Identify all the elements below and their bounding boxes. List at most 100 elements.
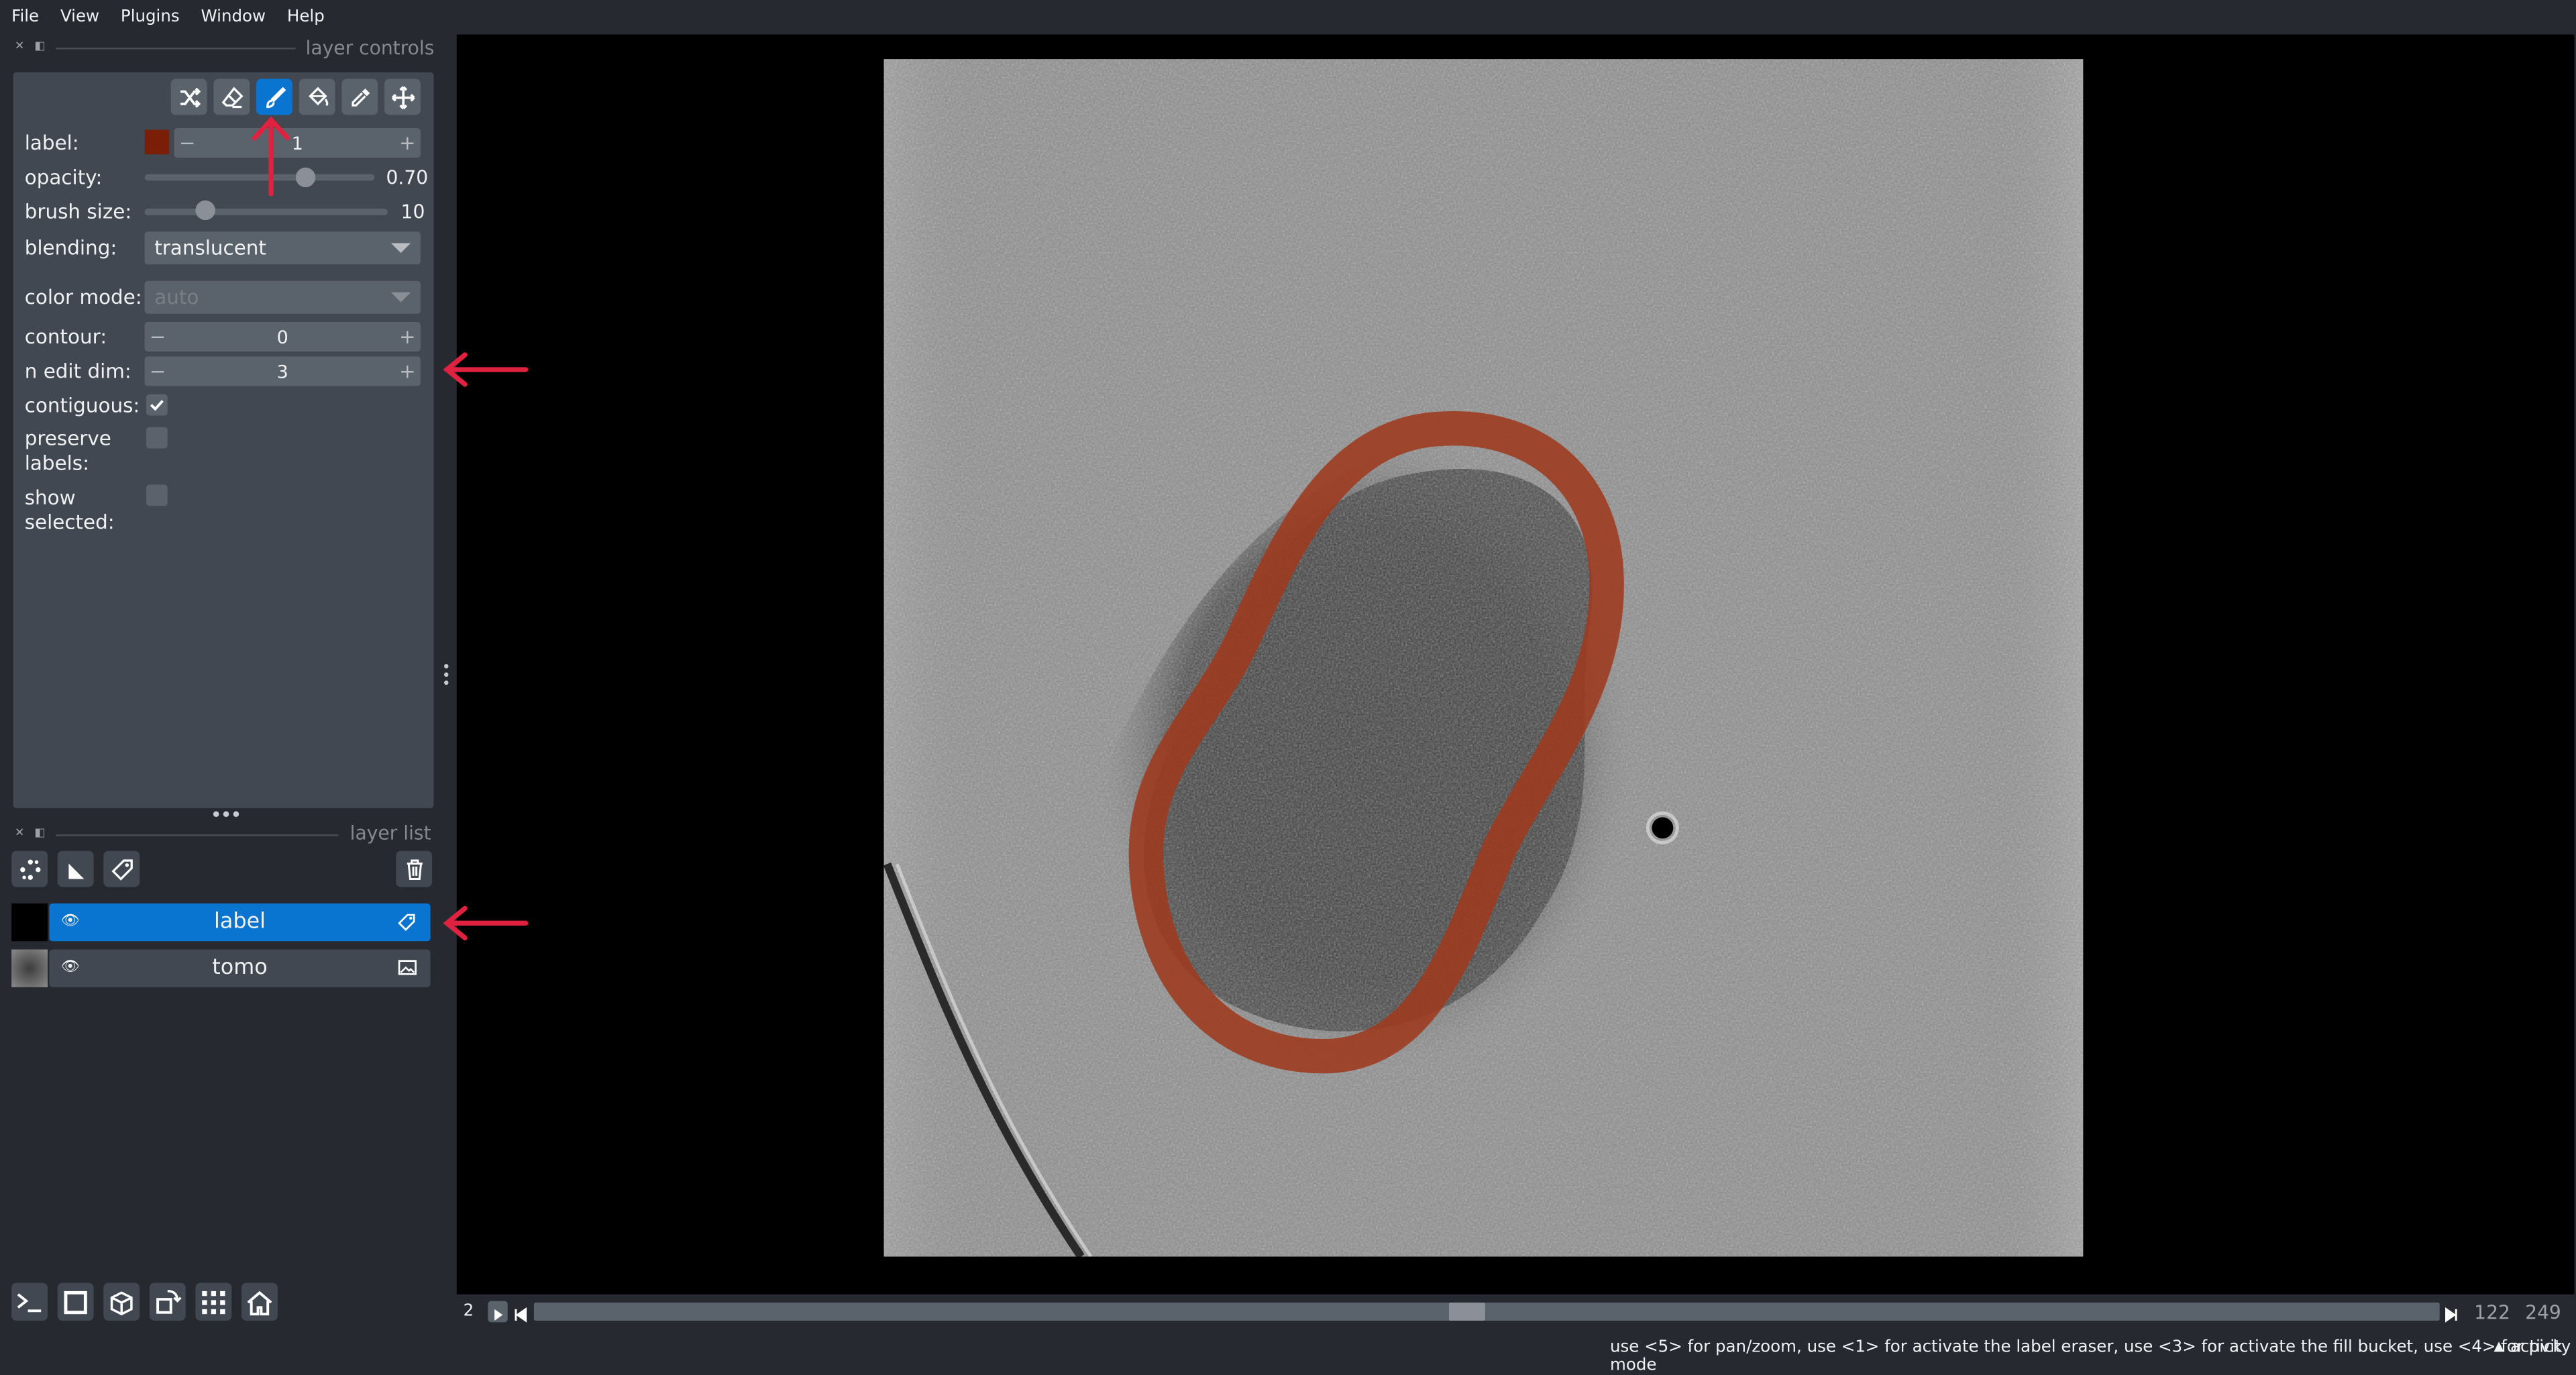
fill-button[interactable] [299, 78, 335, 115]
dims-slider-handle[interactable] [1449, 1303, 1486, 1321]
dock-float-icon[interactable]: ◧ [34, 40, 45, 53]
layer-thumbnail [11, 903, 48, 942]
eraser-icon [221, 86, 243, 107]
dims-step-back-button[interactable] [513, 1301, 529, 1323]
color-picker-icon [351, 87, 370, 106]
opacity-slider-handle[interactable] [295, 167, 316, 188]
dims-slider-bar: 2 122 249 [457, 1296, 2575, 1329]
contour-increment[interactable]: + [394, 322, 421, 351]
menu-window[interactable]: Window [201, 7, 266, 25]
home-icon [247, 1290, 272, 1315]
roll-dims-button[interactable] [103, 1282, 140, 1321]
show-selected-checkbox[interactable] [146, 484, 168, 506]
status-hint: use <5> for pan/zoom, use <1> for activa… [1610, 1338, 2563, 1375]
play-icon [494, 1309, 503, 1321]
image-layer-type-icon [398, 960, 417, 975]
labels-layer-type-icon [398, 914, 415, 932]
pan-zoom-button[interactable] [384, 78, 421, 115]
vertical-splitter-handle[interactable]: • • • [442, 661, 451, 693]
layer-name[interactable]: tomo [99, 950, 381, 987]
menu-file[interactable]: File [11, 7, 39, 25]
activity-button[interactable]: activity [2510, 1339, 2571, 1357]
checkmark-icon [150, 400, 164, 411]
pick-button[interactable] [341, 78, 378, 115]
pan-zoom-icon [390, 85, 415, 109]
dims-current-value[interactable]: 122 [2474, 1301, 2510, 1324]
label-color-swatch[interactable] [144, 129, 170, 155]
new-points-layer-button[interactable] [11, 850, 48, 887]
dims-slider-track[interactable] [533, 1303, 2440, 1321]
brush-size-value: 10 [400, 200, 425, 224]
transpose-button[interactable] [149, 1282, 186, 1321]
step-back-icon [515, 1307, 527, 1323]
contour-decrement[interactable]: − [145, 322, 171, 351]
opacity-label: opacity: [24, 166, 103, 189]
opacity-value: 0.70 [386, 166, 429, 189]
activity-arrow-icon: ▲ [2493, 1338, 2504, 1354]
delete-layer-icon [406, 859, 422, 879]
dims-step-forward-button[interactable] [2443, 1301, 2459, 1323]
label-increment[interactable]: + [394, 128, 421, 158]
menu-plugins[interactable]: Plugins [121, 7, 180, 25]
shuffle-colors-button[interactable] [170, 78, 207, 115]
roll-dims-icon [110, 1290, 133, 1315]
grid-view-button[interactable] [195, 1282, 232, 1321]
contiguous-checkbox[interactable] [146, 394, 168, 416]
dock-splitter-handle[interactable]: ••• [210, 804, 241, 826]
brush-size-slider-handle[interactable] [195, 200, 215, 221]
dims-play-button[interactable] [488, 1301, 508, 1323]
visibility-eye-icon[interactable]: 👁 [61, 959, 80, 975]
n-edit-dim-decrement[interactable]: − [145, 356, 171, 386]
fill-bucket-icon [307, 86, 328, 106]
menu-help[interactable]: Help [287, 7, 325, 25]
brush-size-slider[interactable] [144, 209, 388, 215]
show-selected-label-2: selected: [24, 510, 115, 534]
step-forward-icon [2445, 1307, 2457, 1323]
home-button[interactable] [241, 1282, 278, 1321]
console-icon [17, 1292, 42, 1312]
paint-button[interactable] [256, 78, 292, 115]
layer-name[interactable]: label [99, 903, 381, 941]
toggle-ndisplay-button[interactable] [57, 1282, 94, 1321]
contour-spinbox[interactable]: − 0 + [144, 322, 421, 352]
dock-close-icon[interactable]: ✕ [15, 40, 24, 53]
viewer-canvas[interactable] [456, 34, 2575, 1295]
delete-layer-button[interactable] [396, 850, 433, 887]
contour-value: 0 [276, 326, 288, 347]
grid-icon [202, 1290, 225, 1313]
layer-row-tomo[interactable]: 👁 tomo [11, 949, 431, 987]
layer-row-label[interactable]: 👁 label [11, 903, 431, 942]
blending-dropdown-icon [390, 243, 411, 254]
preserve-labels-checkbox[interactable] [146, 427, 168, 449]
preserve-labels-label-2: labels: [24, 451, 90, 475]
show-selected-label-1: show [24, 486, 76, 510]
blending-combo[interactable]: translucent [144, 231, 421, 265]
new-labels-layer-button[interactable] [103, 850, 140, 887]
console-button[interactable] [11, 1282, 48, 1321]
menu-view[interactable]: View [60, 7, 99, 25]
new-shapes-layer-button[interactable] [57, 850, 94, 887]
shuffle-icon [179, 87, 201, 107]
layer-controls-title: layer controls [305, 36, 435, 60]
layer-item[interactable]: 👁 tomo [49, 949, 431, 987]
n-edit-dim-spinbox[interactable]: − 3 + [144, 356, 421, 386]
layer-list-float-icon[interactable]: ◧ [34, 826, 45, 840]
annotation-arrow-n-edit-dim [443, 352, 529, 387]
label-spinbox[interactable]: − 1 + [174, 128, 421, 158]
layer-list-close-icon[interactable]: ✕ [15, 826, 24, 840]
visibility-eye-icon[interactable]: 👁 [61, 914, 80, 930]
label-decrement[interactable]: − [174, 128, 201, 158]
color-mode-value: auto [154, 286, 199, 309]
n-edit-dim-increment[interactable]: + [394, 356, 421, 386]
layer-item-selected[interactable]: 👁 label [49, 903, 431, 942]
napari-window: File View Plugins Window Help ✕ ◧ layer … [0, 0, 2576, 1375]
paintbrush-icon [265, 86, 286, 107]
dims-total-value: 249 [2525, 1301, 2561, 1324]
transpose-icon [156, 1288, 182, 1313]
2d-3d-toggle-icon [64, 1290, 87, 1313]
layer-controls-panel: label: − 1 + opacity: 0.70 brush size: 1… [13, 72, 434, 808]
layer-list-title-line [56, 834, 339, 836]
eraser-button[interactable] [213, 78, 250, 115]
status-bar: use <5> for pan/zoom, use <1> for activa… [0, 1332, 2576, 1375]
color-mode-combo[interactable]: auto [144, 280, 421, 314]
